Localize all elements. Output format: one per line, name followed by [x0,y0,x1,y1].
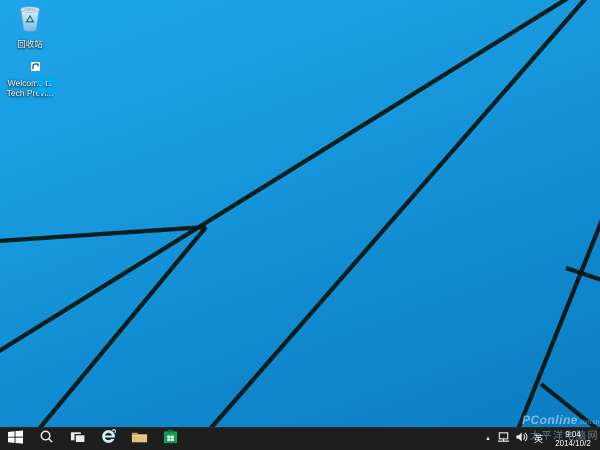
wallpaper-lines [0,0,600,450]
start-button[interactable] [0,428,31,450]
clock-time: 9:04 [565,430,581,439]
taskbar: ▲ 英 9:04 2014/10/2 [0,427,600,450]
store-icon [163,429,178,449]
recycle-bin-icon [14,5,46,38]
file-explorer-button[interactable] [124,428,155,450]
search-button[interactable] [31,428,62,450]
network-tray-button[interactable] [497,430,510,448]
tray-overflow-button[interactable]: ▲ [484,428,492,450]
desktop-icon-recycle-bin[interactable]: 回收站 [2,5,58,49]
search-icon [39,429,54,449]
volume-tray-button[interactable] [515,430,528,448]
internet-explorer-button[interactable] [93,428,124,450]
system-tray: ▲ 英 9:04 2014/10/2 [484,428,600,450]
clock-date: 2014/10/2 [555,439,591,448]
speaker-icon [516,432,528,442]
store-button[interactable] [155,428,186,450]
shortcut-arrow-icon [31,62,40,71]
windows-logo-icon [8,429,23,449]
task-view-button[interactable] [62,428,93,450]
windows-logo-icon [37,78,56,94]
ie-icon [100,428,117,450]
desktop-icon-welcome-shortcut[interactable]: Welcome to Tech Previ... [2,59,58,98]
ime-indicator[interactable]: 英 [533,428,544,450]
icon-label: 回收站 [17,39,43,49]
tray-clock[interactable]: 9:04 2014/10/2 [549,430,597,448]
network-icon [497,432,510,442]
desktop-wallpaper: 回收站 Welcome to Tech Previ... [0,0,600,450]
folder-icon [131,430,148,449]
task-view-icon [70,430,86,449]
